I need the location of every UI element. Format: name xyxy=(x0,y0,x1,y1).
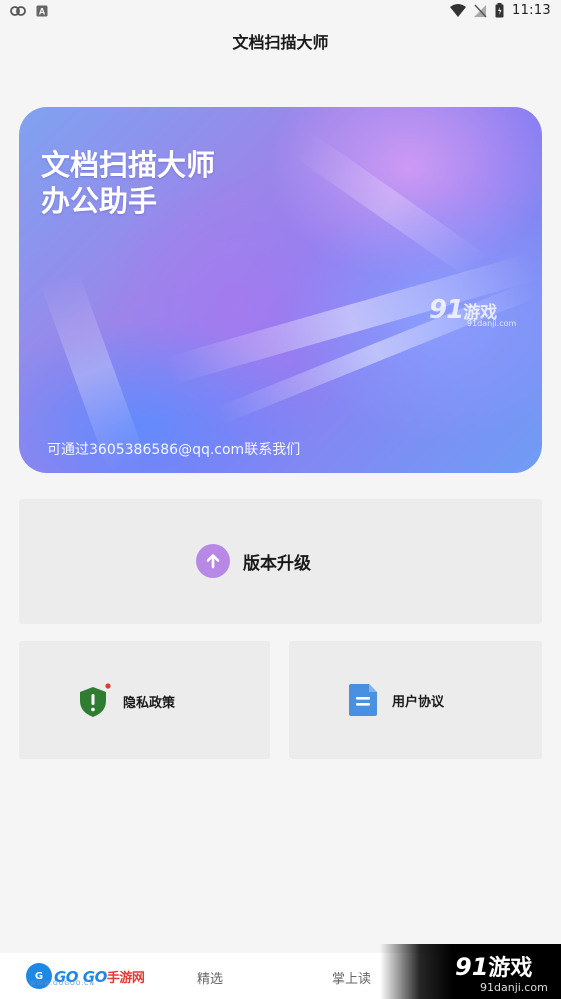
bottom-watermark: 91游戏 91danji.com xyxy=(380,944,561,999)
battery-icon xyxy=(495,3,504,18)
document-icon xyxy=(349,684,377,716)
status-system: 11:13 xyxy=(450,3,551,18)
watermark-site: 91danji.com xyxy=(467,319,517,328)
svg-text:A: A xyxy=(39,7,46,17)
page-title: 文档扫描大师 xyxy=(232,33,329,52)
wifi-icon xyxy=(450,3,467,17)
banner-title-line2: 办公助手 xyxy=(41,184,158,218)
upgrade-content: 版本升级 xyxy=(196,544,311,578)
cast-icon xyxy=(10,6,26,16)
privacy-content: 隐私政策 xyxy=(77,683,175,719)
gogo-logo-cn: 手游网 xyxy=(106,970,145,986)
privacy-policy-button[interactable]: 隐私政策 xyxy=(19,641,270,759)
status-bar: A 11:13 xyxy=(0,0,561,24)
app-notification-icon: A xyxy=(36,5,48,17)
watermark-logo: 91游戏 91danji.com xyxy=(429,295,516,328)
gogo-logo-site: WWW.GOGOO.CN xyxy=(30,980,95,987)
privacy-label: 隐私政策 xyxy=(123,695,176,711)
bottom-watermark-logo: 91游戏 xyxy=(455,950,532,982)
bottom-watermark-site: 91danji.com xyxy=(480,981,548,994)
watermark-number: 91 xyxy=(429,295,464,325)
user-agreement-button[interactable]: 用户协议 xyxy=(289,641,542,759)
status-time: 11:13 xyxy=(512,3,551,18)
upload-arrow-icon xyxy=(196,544,230,578)
upgrade-label: 版本升级 xyxy=(243,553,311,574)
banner-light-streak xyxy=(290,129,488,281)
bottom-watermark-text: 游戏 xyxy=(488,956,533,981)
no-signal-icon xyxy=(474,3,487,18)
agreement-content: 用户协议 xyxy=(348,683,444,717)
version-upgrade-button[interactable]: 版本升级 xyxy=(19,499,542,624)
banner-title-line1: 文档扫描大师 xyxy=(41,148,216,182)
status-notifications: A xyxy=(10,5,48,17)
agreement-label: 用户协议 xyxy=(392,694,445,710)
banner-title: 文档扫描大师 办公助手 xyxy=(41,147,215,219)
hero-banner: 文档扫描大师 办公助手 91游戏 91danji.com 可通过36053865… xyxy=(19,107,542,473)
nav-tab-reader[interactable]: 掌上读 xyxy=(332,968,371,987)
bottom-watermark-number: 91 xyxy=(455,953,489,981)
shield-icon xyxy=(80,683,111,717)
nav-tab-featured[interactable]: 精选 xyxy=(197,968,223,987)
contact-text: 可通过3605386586@qq.com联系我们 xyxy=(47,442,301,458)
